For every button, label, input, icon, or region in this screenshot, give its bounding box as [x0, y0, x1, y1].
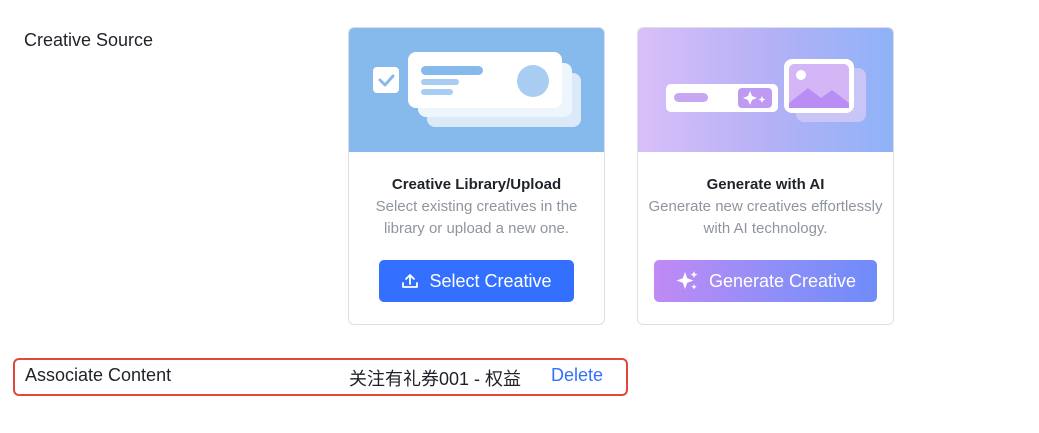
generate-ai-card[interactable]: Generate with AI Generate new creatives … [637, 27, 894, 325]
card-title: Generate with AI [706, 176, 825, 193]
library-illustration-icon [373, 52, 581, 127]
delete-link[interactable]: Delete [551, 365, 603, 386]
ai-illustration-icon [666, 59, 866, 122]
associate-content-label: Associate Content [25, 365, 172, 385]
card-title: Creative Library/Upload [391, 176, 562, 193]
card-description: Select existing creatives in the library… [375, 198, 578, 237]
creative-source-label: Creative Source [24, 30, 154, 50]
associate-content-row: Associate Content 关注有礼券001 - 权益 Delete [13, 358, 628, 396]
ai-illustration [638, 28, 893, 152]
upload-icon [401, 272, 419, 290]
creative-library-card[interactable]: Creative Library/Upload Select existing … [348, 27, 605, 325]
sparkle-icon [675, 269, 699, 293]
select-creative-button[interactable]: Select Creative [379, 260, 574, 302]
library-illustration [349, 28, 604, 152]
associate-content-value: 关注有礼券001 - 权益 [349, 369, 522, 389]
generate-creative-label: Generate Creative [708, 270, 857, 291]
generate-creative-button[interactable]: Generate Creative [654, 260, 877, 302]
card-description: Generate new creatives effortlessly with… [648, 198, 883, 237]
select-creative-label: Select Creative [429, 270, 552, 291]
